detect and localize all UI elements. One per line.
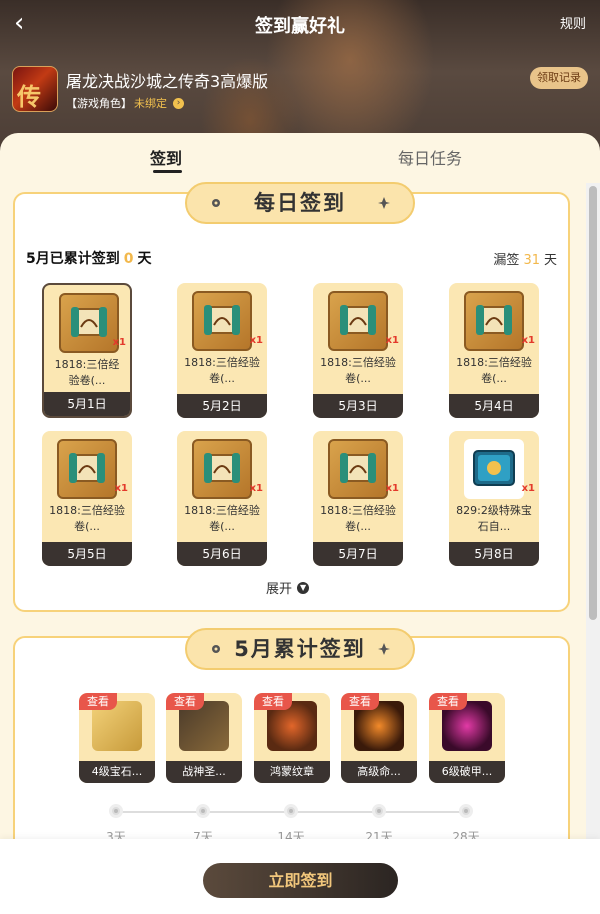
tab-underline	[153, 170, 182, 173]
game-name: 屠龙决战沙城之传奇3高爆版	[66, 72, 269, 91]
game-icon-text: 传奇3	[17, 82, 41, 111]
missed-count: 31	[523, 253, 540, 268]
day-date: 5月4日	[449, 394, 539, 418]
day-reward-label: 1818:三倍经验卷(...	[184, 504, 260, 533]
sparkle-icon	[378, 197, 390, 209]
bottom-action-bar: 立即签到	[0, 839, 600, 914]
quantity-badge: x1	[114, 483, 128, 494]
day-card[interactable]: x1 1818:三倍经验卷(... 5月5日	[42, 431, 132, 566]
scroll-icon	[59, 293, 119, 353]
tab-signin[interactable]: 签到	[150, 145, 182, 169]
signin-button[interactable]: 立即签到	[203, 863, 398, 898]
rules-link[interactable]: 规则	[560, 13, 586, 32]
cumulative-suffix: 天	[137, 251, 152, 267]
quantity-badge: x1	[249, 483, 263, 494]
day-date: 5月7日	[313, 542, 403, 566]
monthly-reward-item[interactable]: 查看 6级破甲...	[429, 693, 505, 783]
day-reward-label: 1818:三倍经验卷(...	[456, 356, 532, 385]
expand-button[interactable]: 展开 ▼	[266, 578, 310, 597]
day-date: 5月5日	[42, 542, 132, 566]
monthly-signin-title: 5月累计签到	[234, 637, 366, 661]
view-badge[interactable]: 查看	[79, 693, 117, 710]
sparkle-icon	[378, 643, 390, 655]
role-line[interactable]: 【游戏角色】 未绑定 ›	[66, 95, 184, 111]
monthly-reward-item[interactable]: 查看 战神圣...	[166, 693, 242, 783]
day-reward-label: 1818:三倍经验卷(...	[49, 504, 125, 533]
tab-daily-tasks[interactable]: 每日任务	[398, 145, 462, 169]
scroll-icon	[192, 439, 252, 499]
day-reward-label: 829:2级特殊宝石自...	[456, 504, 532, 533]
day-card[interactable]: x1 1818:三倍经验卷(... 5月2日	[177, 283, 267, 418]
reward-name: 战神圣...	[166, 761, 242, 783]
view-badge[interactable]: 查看	[254, 693, 292, 710]
quantity-badge: x1	[521, 483, 535, 494]
day-date: 5月3日	[313, 394, 403, 418]
gear-icon	[212, 199, 220, 207]
day-card[interactable]: x1 1818:三倍经验卷(... 5月3日	[313, 283, 403, 418]
monthly-reward-item[interactable]: 查看 高级命...	[341, 693, 417, 783]
view-badge[interactable]: 查看	[429, 693, 467, 710]
progress-dot	[109, 804, 123, 818]
reward-name: 鸿蒙纹章	[254, 761, 330, 783]
reward-name: 6级破甲...	[429, 761, 505, 783]
monthly-reward-item[interactable]: 查看 鸿蒙纹章	[254, 693, 330, 783]
day-card[interactable]: x1 1818:三倍经验卷(... 5月1日	[42, 283, 132, 418]
scrollbar-thumb[interactable]	[589, 186, 597, 620]
day-date: 5月6日	[177, 542, 267, 566]
progress-dot	[284, 804, 298, 818]
view-badge[interactable]: 查看	[341, 693, 379, 710]
day-card[interactable]: x1 1818:三倍经验卷(... 5月6日	[177, 431, 267, 566]
missed-suffix: 天	[543, 253, 557, 268]
gem-book-icon	[464, 439, 524, 499]
role-prefix: 【游戏角色】	[66, 97, 132, 110]
page-title: 签到赢好礼	[255, 16, 345, 37]
reward-name: 高级命...	[341, 761, 417, 783]
quantity-badge: x1	[385, 335, 399, 346]
day-card[interactable]: x1 1818:三倍经验卷(... 5月4日	[449, 283, 539, 418]
missed-signin-text: 漏签 31 天	[493, 249, 557, 268]
reward-name: 4级宝石...	[79, 761, 155, 783]
scroll-icon	[57, 439, 117, 499]
gear-icon	[212, 645, 220, 653]
game-icon: 传奇3	[12, 66, 58, 112]
quantity-badge: x1	[112, 337, 126, 348]
chevron-down-icon: ▼	[297, 581, 310, 594]
day-card[interactable]: x1 1818:三倍经验卷(... 5月7日	[313, 431, 403, 566]
missed-prefix: 漏签	[493, 253, 520, 268]
role-status: 未绑定	[134, 97, 167, 110]
scroll-icon	[464, 291, 524, 351]
cumulative-prefix: 5月已累计签到	[26, 251, 120, 267]
progress-dot	[372, 804, 386, 818]
daily-signin-title: 每日签到	[254, 191, 346, 215]
quantity-badge: x1	[385, 483, 399, 494]
progress-dot	[196, 804, 210, 818]
day-reward-label: 1818:三倍经验卷(...	[54, 358, 120, 387]
day-reward-label: 1818:三倍经验卷(...	[184, 356, 260, 385]
scroll-icon	[192, 291, 252, 351]
scroll-icon	[328, 439, 388, 499]
quantity-badge: x1	[249, 335, 263, 346]
chevron-right-icon: ›	[173, 97, 184, 109]
cumulative-signin-text: 5月已累计签到 0 天	[26, 248, 152, 268]
progress-dot	[459, 804, 473, 818]
daily-signin-ribbon: 每日签到	[185, 182, 415, 224]
claim-record-button[interactable]: 领取记录	[530, 67, 588, 89]
monthly-reward-item[interactable]: 查看 4级宝石...	[79, 693, 155, 783]
day-reward-label: 1818:三倍经验卷(...	[320, 504, 396, 533]
scroll-icon	[328, 291, 388, 351]
day-reward-label: 1818:三倍经验卷(...	[320, 356, 396, 385]
day-date: 5月1日	[44, 392, 130, 416]
view-badge[interactable]: 查看	[166, 693, 204, 710]
quantity-badge: x1	[521, 335, 535, 346]
cumulative-count: 0	[123, 251, 134, 267]
expand-label: 展开	[266, 582, 293, 597]
day-date: 5月8日	[449, 542, 539, 566]
day-card[interactable]: x1 829:2级特殊宝石自... 5月8日	[449, 431, 539, 566]
day-date: 5月2日	[177, 394, 267, 418]
monthly-signin-ribbon: 5月累计签到	[185, 628, 415, 670]
